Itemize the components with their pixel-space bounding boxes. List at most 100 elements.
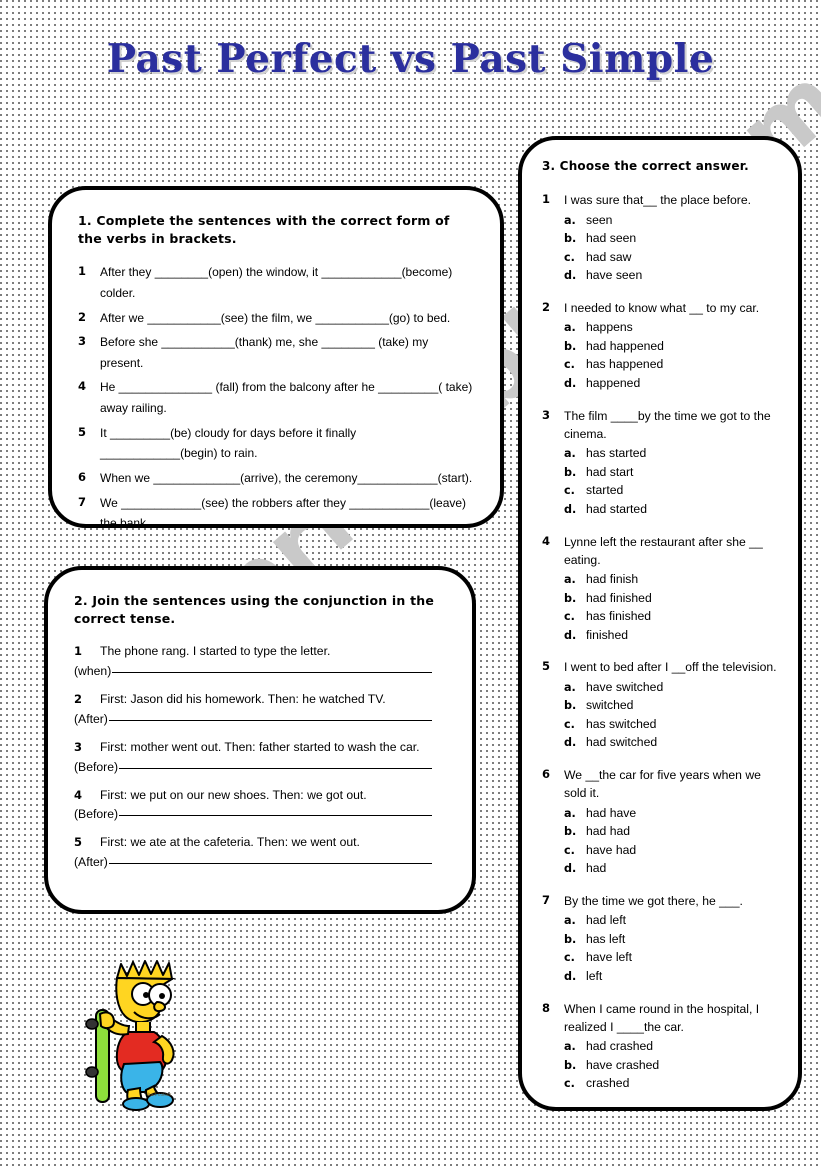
mc-option-letter: d. [564,736,577,750]
mc-stem-text: When I came round in the hospital, I rea… [564,1001,760,1034]
mc-option[interactable]: b. had had [564,822,784,841]
conjunction-label: (After) [74,855,108,870]
page-title: Past Perfect vs Past Simple [106,36,715,82]
conjunction-label: (when) [74,664,112,679]
mc-option[interactable]: c. have had [564,841,784,860]
mc-option[interactable]: c. have left [564,948,784,967]
item-text: First: we put on our new shoes. Then: we… [100,787,367,802]
item-number: 3 [542,407,551,422]
mc-option-text: had have [586,805,637,820]
item-text: After they ________(open) the window, it… [100,265,453,300]
mc-option-text: had saw [586,249,632,264]
exercise-3-box: 3. Choose the correct answer. 1 I was sur… [518,136,802,1111]
mc-option[interactable]: a. had left [564,911,784,930]
mc-option-letter: a. [564,213,576,227]
mc-option[interactable]: b. had seen [564,229,784,248]
mc-option[interactable]: a. seen [564,211,784,230]
mc-option[interactable]: d. have seen [564,266,784,285]
mc-option[interactable]: a. has started [564,444,784,463]
bart-simpson-icon [85,960,176,1111]
exercise-2-list: 1 The phone rang. I started to type the … [74,642,446,869]
mc-option-text: crashed [586,1076,630,1091]
conjunction-label: (Before) [74,759,119,774]
mc-option[interactable]: b. had finished [564,589,784,608]
mc-question: 8 When I came round in the hospital, I re… [542,1000,784,1093]
list-item: 4 He ______________ (fall) from the balc… [78,377,474,418]
mc-stem-text: By the time we got there, he ___. [564,893,743,908]
mc-option-text: has finished [586,609,652,624]
item-number: 1 [78,264,87,279]
mc-option-letter: b. [564,465,577,479]
mc-option-letter: a. [564,914,576,928]
item-number: 6 [542,767,551,782]
mc-option[interactable]: b. switched [564,696,784,715]
mc-option-text: had had [586,824,631,839]
answer-blank-line[interactable] [119,814,432,817]
mc-option[interactable]: c. has happened [564,355,784,374]
mc-stem: 1 I was sure that__ the place before. [542,191,784,209]
mc-option[interactable]: b. has left [564,930,784,949]
illustration-credit: bart colour [148,1092,172,1097]
mc-option-letter: c. [564,717,575,731]
mc-question: 1 I was sure that__ the place before. a. se… [542,191,784,285]
mc-option-letter: c. [564,484,575,498]
mc-option-text: have crashed [586,1057,660,1072]
list-item: 2 First: Jason did his homework. Then: h… [74,690,446,710]
item-number: 7 [542,892,551,907]
item-text: We ____________(see) the robbers after t… [100,495,467,528]
mc-option-letter: b. [564,699,577,713]
mc-stem-text: I needed to know what __ to my car. [564,301,760,315]
mc-option[interactable]: a. had have [564,804,784,823]
mc-option[interactable]: d. had [564,859,784,878]
mc-options: a. had have b. had had c. have had d. had [564,804,784,878]
mc-option[interactable]: c. started [564,481,784,500]
mc-option-letter: b. [564,825,577,839]
item-number: 4 [74,787,83,802]
list-item: 2 After we ___________(see) the film, we… [78,308,474,329]
mc-option-letter: d. [564,269,577,283]
answer-line-row: (After) [74,712,446,726]
item-number: 5 [78,424,87,439]
mc-option[interactable]: c. has switched [564,715,784,734]
mc-option-text: started [586,483,624,498]
exercise-3-heading: 3. Choose the correct answer. [542,159,749,173]
list-item: 4 First: we put on our new shoes. Then: … [74,786,446,806]
mc-option-letter: b. [564,932,577,946]
mc-option[interactable]: a. had crashed [564,1037,784,1056]
mc-stem: 5 I went to bed after I __off the televis… [542,658,784,676]
mc-option-text: had crashed [586,1039,654,1054]
list-item: 1 After they ________(open) the window, … [78,262,474,303]
answer-blank-line[interactable] [119,767,432,769]
item-number: 3 [78,334,87,349]
mc-option-letter: a. [564,573,576,587]
mc-option[interactable]: d. had started [564,500,784,519]
mc-option[interactable]: b. had happened [564,337,784,356]
answer-blank-line[interactable] [112,671,432,674]
answer-blank-line[interactable] [108,719,432,721]
item-text: First: we ate at the cafeteria. Then: we… [100,835,360,850]
mc-option[interactable]: a. had finish [564,570,784,589]
mc-option[interactable]: c. has finished [564,607,784,626]
mc-option[interactable]: d. had switched [564,733,784,752]
mc-option[interactable]: c. had saw [564,248,784,267]
item-number: 7 [78,494,87,509]
mc-option[interactable]: d. left [564,967,784,986]
list-item: 3 First: mother went out. Then: father s… [74,738,446,758]
answer-blank-line[interactable] [108,862,432,865]
shorts [120,1060,164,1093]
mc-option[interactable]: a. happens [564,318,784,337]
mc-option-letter: c. [564,843,575,857]
mc-option[interactable]: d. finished [564,626,784,645]
mc-option[interactable]: d. happened [564,374,784,393]
mc-option[interactable]: b. had start [564,463,784,482]
mc-option-text: left [586,968,603,983]
item-number: 2 [78,309,87,324]
exercise-2-box: 2. Join the sentences using the conjunct… [44,566,476,914]
mc-option[interactable]: a. have switched [564,678,784,697]
mc-option[interactable]: c. crashed [564,1074,784,1093]
conjunction-label: (Before) [74,807,119,822]
mc-option-text: finished [586,627,629,642]
mc-question: 7 By the time we got there, he ___. a. had … [542,892,784,986]
answer-line-row: (when) [74,664,446,678]
mc-option[interactable]: b. have crashed [564,1056,784,1075]
